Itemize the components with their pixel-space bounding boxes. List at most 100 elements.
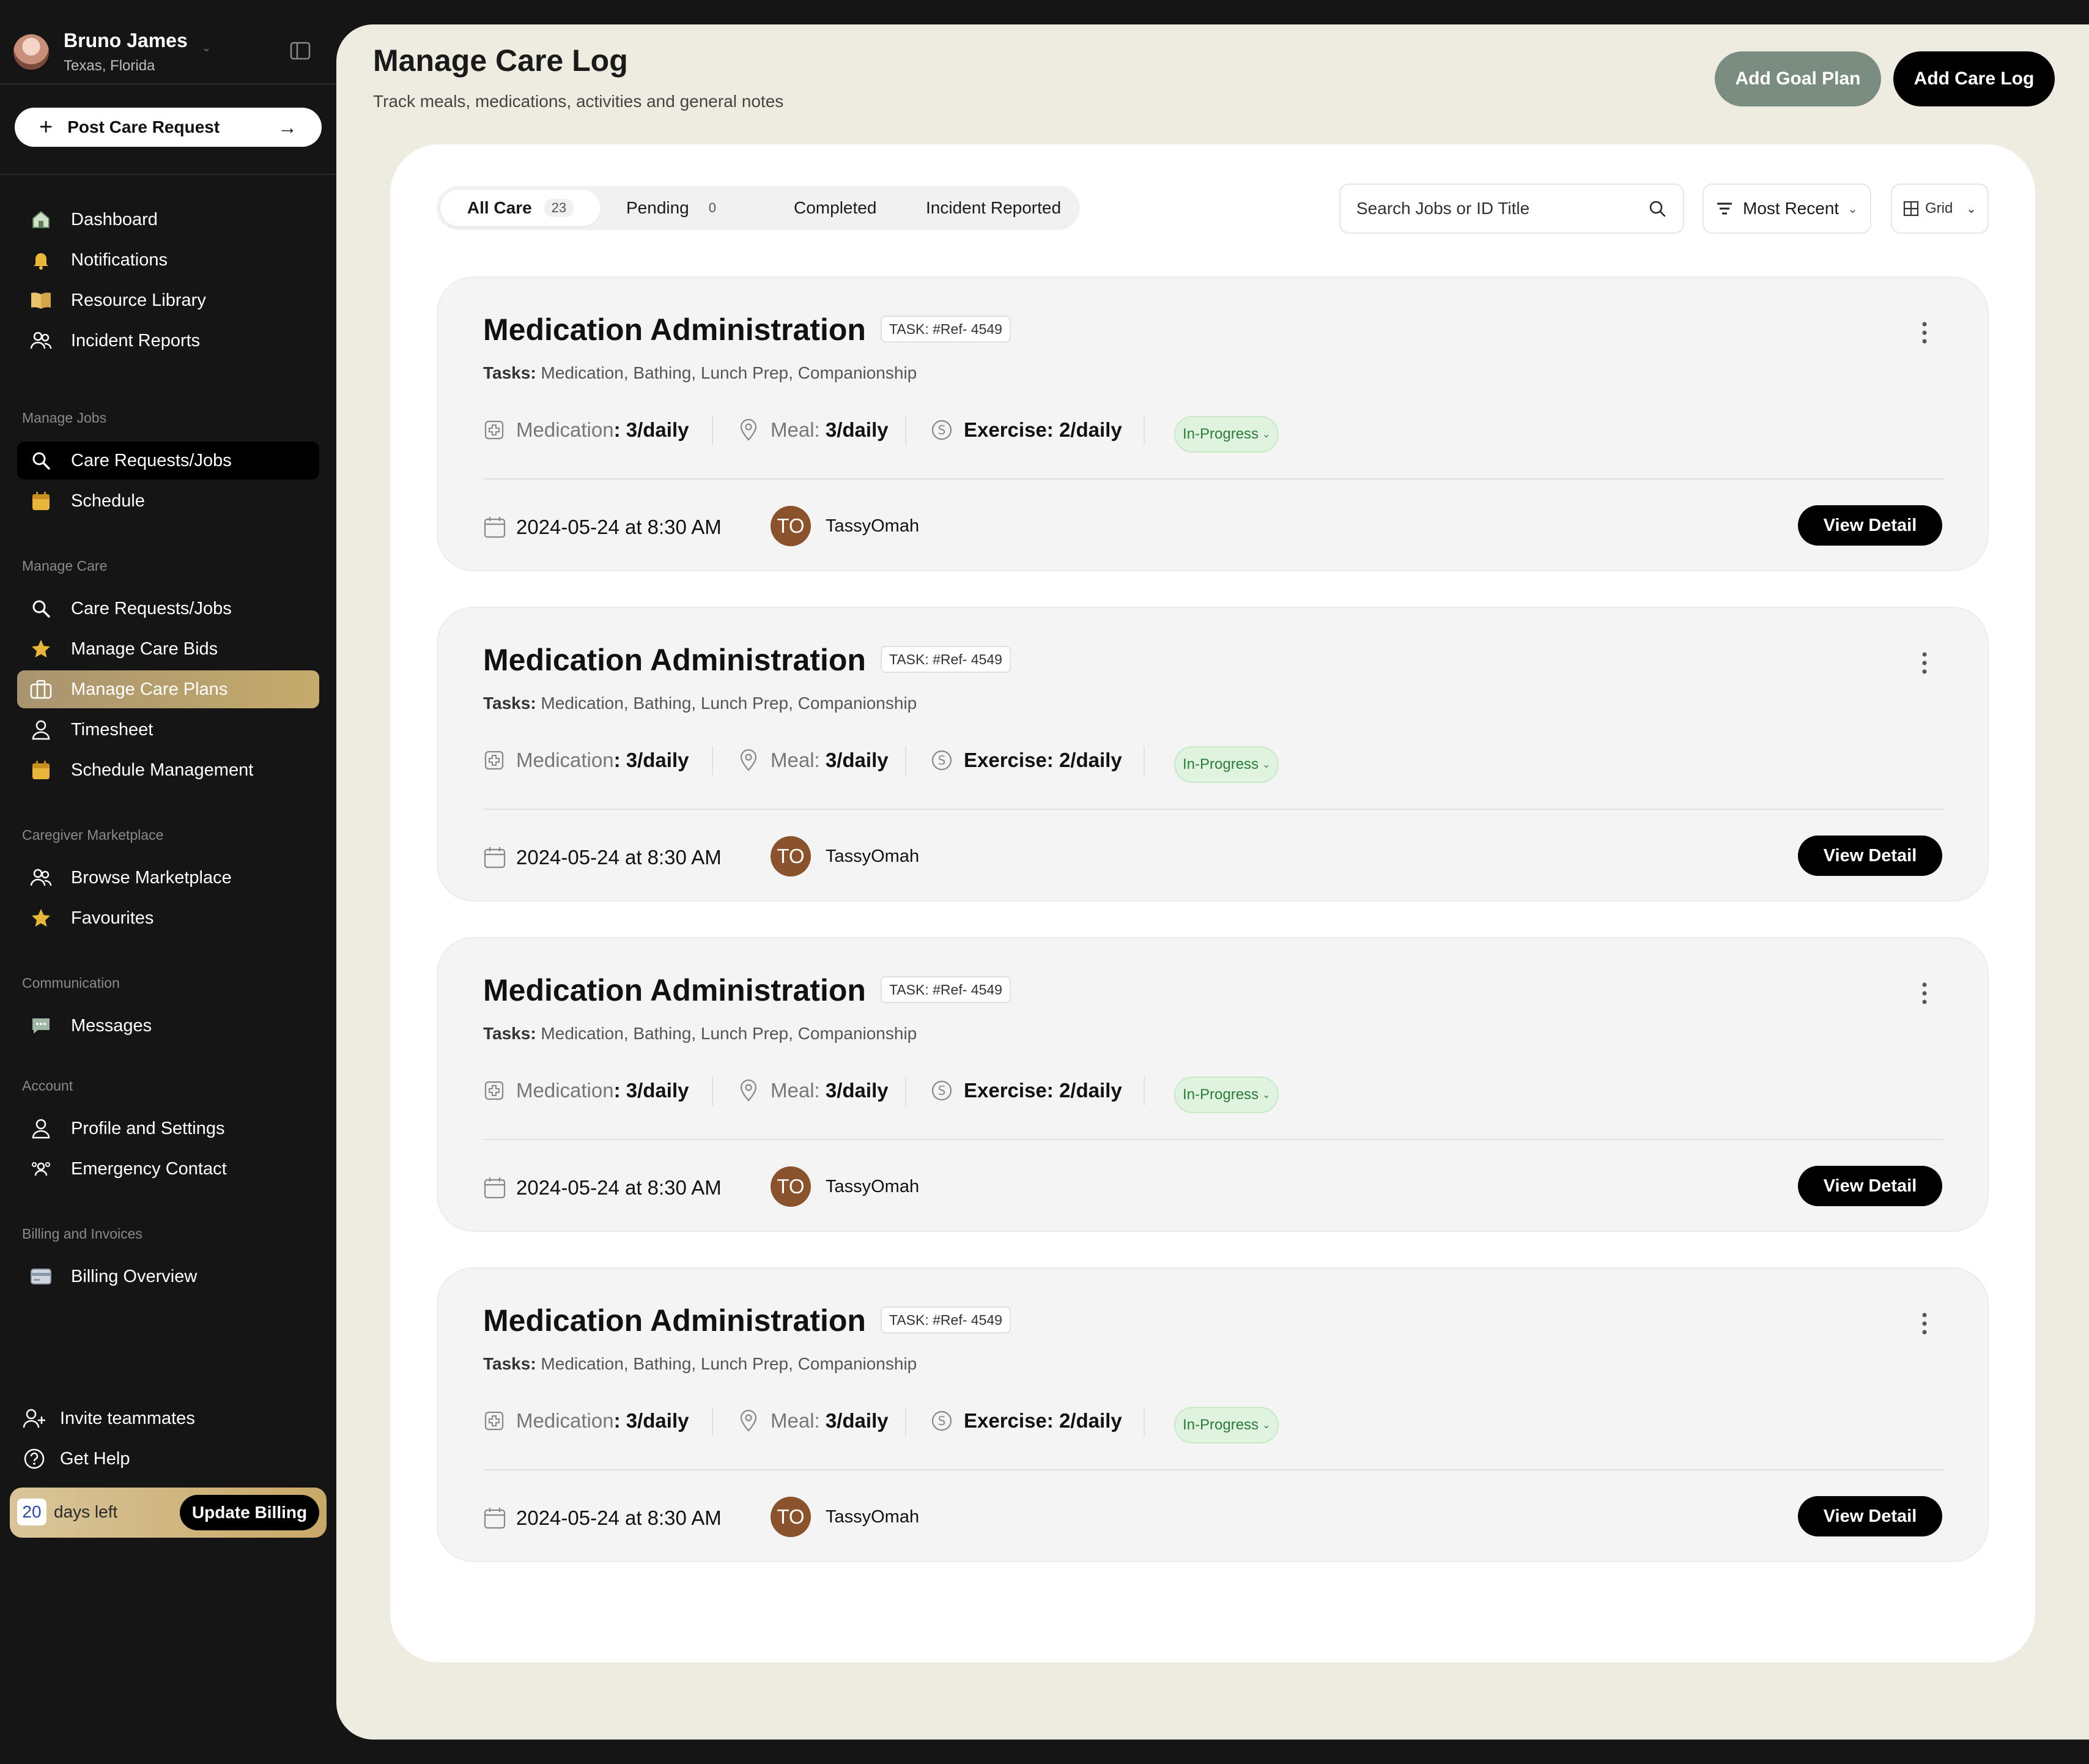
meal-stat: Meal: 3/daily bbox=[738, 745, 889, 776]
sidebar-item-manage-care-plans[interactable]: Manage Care Plans bbox=[17, 670, 319, 708]
sidebar-item-billing-overview[interactable]: Billing Overview bbox=[17, 1258, 319, 1295]
add-care-log-button[interactable]: Add Care Log bbox=[1893, 51, 2055, 106]
divider bbox=[0, 174, 336, 175]
svg-text:S: S bbox=[938, 1414, 946, 1428]
card-datetime: 2024-05-24 at 8:30 AM bbox=[483, 1169, 722, 1206]
calendar-icon bbox=[29, 489, 53, 513]
tab-pending[interactable]: Pending 0 bbox=[626, 190, 723, 226]
tab-label: Incident Reported bbox=[926, 198, 1062, 217]
status-label: In-Progress bbox=[1183, 756, 1259, 773]
user-plus-icon bbox=[22, 1406, 46, 1431]
search-input[interactable]: Search Jobs or ID Title bbox=[1339, 183, 1684, 234]
care-log-card: Medication Administration TASK: #Ref- 45… bbox=[437, 937, 1989, 1232]
view-detail-button[interactable]: View Detail bbox=[1798, 836, 1942, 876]
medication-value: : 3/daily bbox=[613, 749, 689, 771]
tasks-label: Tasks: bbox=[483, 1024, 536, 1043]
update-billing-button[interactable]: Update Billing bbox=[180, 1495, 319, 1530]
calendar-icon bbox=[484, 1177, 506, 1199]
view-toggle-dropdown[interactable]: Grid ⌄ bbox=[1891, 183, 1989, 234]
add-goal-plan-button[interactable]: Add Goal Plan bbox=[1715, 51, 1881, 106]
tab-completed[interactable]: Completed bbox=[794, 190, 876, 226]
filter-icon bbox=[1717, 202, 1732, 215]
get-help-link[interactable]: Get Help bbox=[22, 1443, 130, 1474]
sidebar-toggle-icon[interactable] bbox=[290, 42, 311, 60]
status-badge[interactable]: In-Progress ⌄ bbox=[1174, 1407, 1279, 1443]
exercise-stat: S Exercise: 2/daily bbox=[931, 415, 1122, 445]
avatar: TO bbox=[771, 506, 811, 546]
section-label-marketplace: Caregiver Marketplace bbox=[22, 827, 164, 843]
sort-dropdown[interactable]: Most Recent ⌄ bbox=[1703, 183, 1871, 234]
tasks-label: Tasks: bbox=[483, 694, 536, 713]
sidebar-item-browse-marketplace[interactable]: Browse Marketplace bbox=[17, 859, 319, 897]
avatar bbox=[13, 34, 49, 70]
billing-reminder: 20 days left Update Billing bbox=[10, 1488, 327, 1538]
sidebar-item-label: Care Requests/Jobs bbox=[71, 598, 232, 618]
sidebar-item-label: Notifications bbox=[71, 250, 168, 270]
sidebar-item-care-requests-jobs[interactable]: Care Requests/Jobs bbox=[17, 442, 319, 480]
view-detail-button[interactable]: View Detail bbox=[1798, 1166, 1942, 1206]
sidebar-item-schedule-management[interactable]: Schedule Management bbox=[17, 751, 319, 789]
location-pin-icon bbox=[738, 749, 760, 771]
invite-teammates-link[interactable]: Invite teammates bbox=[22, 1403, 195, 1434]
sidebar-item-label: Resource Library bbox=[71, 290, 206, 310]
sidebar-item-dashboard[interactable]: Dashboard bbox=[17, 201, 319, 239]
meal-value: 3/daily bbox=[825, 1079, 889, 1102]
search-icon[interactable] bbox=[1647, 199, 1667, 218]
main-content: Manage Care Log Track meals, medications… bbox=[336, 24, 2089, 1740]
sidebar-item-resource-library[interactable]: Resource Library bbox=[17, 281, 319, 319]
more-options-icon[interactable] bbox=[1921, 981, 1928, 1006]
svg-text:S: S bbox=[938, 1083, 946, 1098]
sidebar-item-profile-settings[interactable]: Profile and Settings bbox=[17, 1110, 319, 1147]
sidebar-item-messages[interactable]: Messages bbox=[17, 1007, 319, 1045]
sidebar-item-manage-care-bids[interactable]: Manage Care Bids bbox=[17, 630, 319, 668]
get-help-label: Get Help bbox=[60, 1448, 130, 1469]
tab-all-care[interactable]: All Care 23 bbox=[440, 190, 601, 226]
grid-icon bbox=[1903, 201, 1919, 217]
star-icon bbox=[29, 906, 53, 930]
status-badge[interactable]: In-Progress ⌄ bbox=[1174, 416, 1279, 453]
user-profile[interactable]: Bruno James Texas, Florida ⌄ bbox=[13, 29, 323, 78]
sidebar: Bruno James Texas, Florida ⌄ + Post Care… bbox=[0, 0, 336, 1764]
exercise-value: 2/daily bbox=[1059, 749, 1122, 771]
more-options-icon[interactable] bbox=[1921, 1311, 1928, 1336]
chat-icon bbox=[29, 1014, 53, 1037]
sidebar-item-timesheet[interactable]: Timesheet bbox=[17, 711, 319, 749]
users-icon bbox=[29, 866, 53, 889]
search-icon bbox=[29, 597, 53, 620]
exercise-label: Exercise: bbox=[964, 749, 1054, 771]
view-detail-button[interactable]: View Detail bbox=[1798, 505, 1942, 546]
status-badge[interactable]: In-Progress ⌄ bbox=[1174, 746, 1279, 783]
help-icon bbox=[22, 1447, 46, 1471]
status-badge[interactable]: In-Progress ⌄ bbox=[1174, 1077, 1279, 1113]
tab-incident-reported[interactable]: Incident Reported bbox=[926, 190, 1061, 226]
view-detail-button[interactable]: View Detail bbox=[1798, 1496, 1942, 1536]
sidebar-item-label: Timesheet bbox=[71, 719, 153, 739]
section-label-billing: Billing and Invoices bbox=[22, 1226, 142, 1242]
sidebar-item-incident-reports[interactable]: Incident Reports bbox=[17, 322, 319, 360]
more-options-icon[interactable] bbox=[1921, 651, 1928, 675]
chevron-down-icon[interactable]: ⌄ bbox=[202, 42, 211, 54]
tab-count: 23 bbox=[544, 199, 574, 217]
sidebar-item-notifications[interactable]: Notifications bbox=[17, 241, 319, 279]
sidebar-item-label: Care Requests/Jobs bbox=[71, 450, 232, 470]
sidebar-item-favourites[interactable]: Favourites bbox=[17, 899, 319, 937]
divider bbox=[1144, 746, 1145, 776]
avatar: TO bbox=[771, 1166, 811, 1207]
search-placeholder: Search Jobs or ID Title bbox=[1356, 199, 1530, 218]
meal-label: Meal: bbox=[771, 749, 820, 771]
task-id-badge: TASK: #Ref- 4549 bbox=[881, 646, 1011, 673]
divider bbox=[1144, 1077, 1145, 1106]
assignee-name: TassyOmah bbox=[826, 846, 920, 866]
task-id-badge: TASK: #Ref- 4549 bbox=[881, 316, 1011, 343]
card-icon bbox=[29, 1265, 53, 1288]
sidebar-item-emergency-contact[interactable]: Emergency Contact bbox=[17, 1150, 319, 1188]
more-options-icon[interactable] bbox=[1921, 321, 1928, 345]
sidebar-item-care-requests-jobs-2[interactable]: Care Requests/Jobs bbox=[17, 590, 319, 628]
tasks-value: Medication, Bathing, Lunch Prep, Compani… bbox=[541, 1354, 917, 1373]
post-care-request-button[interactable]: + Post Care Request → bbox=[15, 108, 322, 147]
tasks-value: Medication, Bathing, Lunch Prep, Compani… bbox=[541, 363, 917, 382]
divider bbox=[1144, 1407, 1145, 1436]
exercise-stat: S Exercise: 2/daily bbox=[931, 1406, 1122, 1436]
tab-count: 0 bbox=[708, 200, 717, 215]
sidebar-item-schedule[interactable]: Schedule bbox=[17, 482, 319, 520]
